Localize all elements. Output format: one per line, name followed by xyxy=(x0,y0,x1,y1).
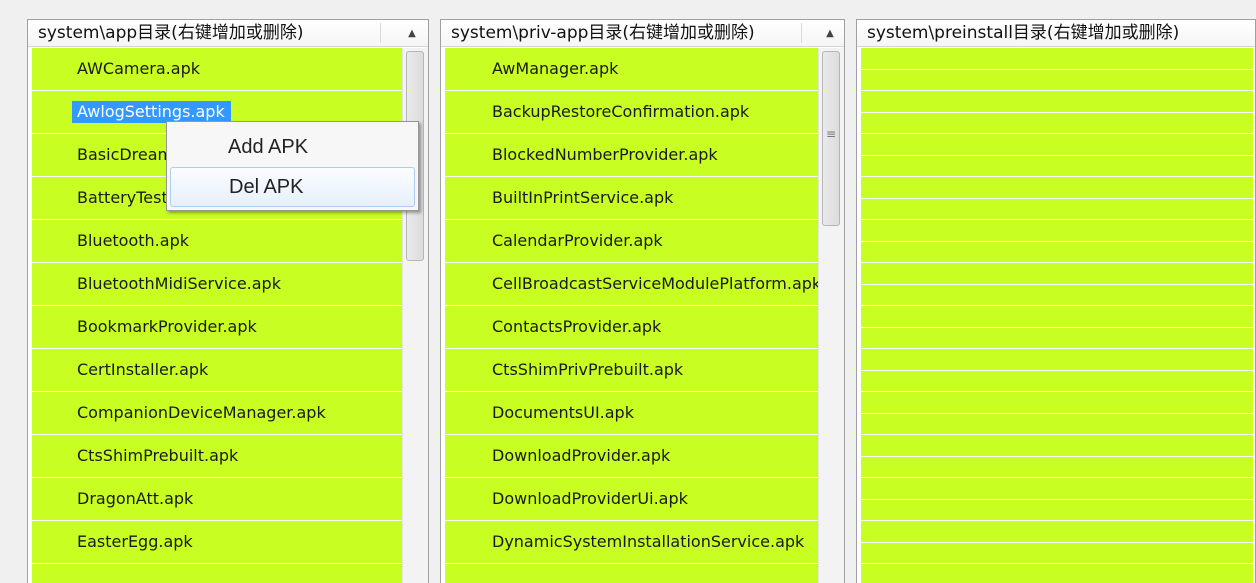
list-item[interactable]: DocumentsUI.apk xyxy=(445,392,818,435)
empty-row xyxy=(861,478,1253,500)
preinstall-list[interactable] xyxy=(861,48,1253,583)
empty-row xyxy=(861,48,1253,70)
list-item[interactable]: BluetoothMidiService.apk xyxy=(32,263,402,306)
empty-row xyxy=(861,371,1253,392)
list-item[interactable]: CompanionDeviceManager.apk xyxy=(32,392,402,435)
list-item[interactable]: ContactsProvider.apk xyxy=(445,306,818,349)
empty-row xyxy=(861,457,1253,478)
empty-row xyxy=(861,156,1253,177)
preinstall-column-header-label: system\preinstall目录(右键增加或删除) xyxy=(867,23,1180,43)
add-apk-menu-item[interactable]: Add APK xyxy=(170,127,415,167)
empty-row xyxy=(861,435,1253,457)
grip-icon: ≡ xyxy=(826,127,837,141)
list-item[interactable]: DragonAtt.apk xyxy=(32,478,402,521)
empty-row xyxy=(861,242,1253,263)
empty-row xyxy=(861,543,1253,564)
header-divider xyxy=(380,23,381,43)
empty-row xyxy=(861,263,1253,285)
list-item[interactable]: BlockedNumberProvider.apk xyxy=(445,134,818,177)
empty-row xyxy=(861,392,1253,414)
empty-row xyxy=(861,328,1253,349)
list-item[interactable]: CertInstaller.apk xyxy=(32,349,402,392)
empty-row xyxy=(861,220,1253,242)
list-item[interactable]: BackupRestoreConfirmation.apk xyxy=(445,91,818,134)
list-item[interactable]: EasterEgg.apk xyxy=(32,521,402,564)
app-column-header-label: system\app目录(右键增加或删除) xyxy=(38,23,304,43)
empty-row xyxy=(861,414,1253,435)
list-item[interactable]: AwManager.apk xyxy=(445,48,818,91)
empty-row xyxy=(861,349,1253,371)
list-item[interactable]: CellBroadcastServiceModulePlatform.apk xyxy=(445,263,818,306)
list-item[interactable]: Bluetooth.apk xyxy=(32,220,402,263)
app-panel: system\app目录(右键增加或删除) ▲ AWCamera.apk Awl… xyxy=(27,19,429,583)
empty-row xyxy=(861,134,1253,156)
empty-row xyxy=(861,521,1253,543)
empty-row xyxy=(861,91,1253,113)
preinstall-panel: system\preinstall目录(右键增加或删除) xyxy=(856,19,1256,583)
list-item[interactable]: DynamicSystemInstallationService.apk xyxy=(445,521,818,564)
list-item[interactable]: DownloadProviderUi.apk xyxy=(445,478,818,521)
priv-app-list-scrollbar[interactable]: ≡ xyxy=(818,48,844,583)
context-menu: Add APK Del APK xyxy=(166,121,419,211)
priv-app-column-header[interactable]: system\priv-app目录(右键增加或删除) ▲ xyxy=(441,20,844,47)
empty-row xyxy=(861,177,1253,199)
list-item[interactable]: AWCamera.apk xyxy=(32,48,402,91)
header-divider xyxy=(801,23,802,43)
scrollbar-thumb[interactable]: ≡ xyxy=(822,51,840,226)
priv-app-column-header-label: system\priv-app目录(右键增加或删除) xyxy=(451,23,755,43)
app-column-header[interactable]: system\app目录(右键增加或删除) ▲ xyxy=(28,20,428,47)
del-apk-menu-item[interactable]: Del APK xyxy=(170,167,415,207)
list-item[interactable]: CtsShimPrebuilt.apk xyxy=(32,435,402,478)
priv-app-list[interactable]: AwManager.apk BackupRestoreConfirmation.… xyxy=(445,48,818,583)
list-item[interactable]: CalendarProvider.apk xyxy=(445,220,818,263)
list-item[interactable]: DownloadProvider.apk xyxy=(445,435,818,478)
list-item[interactable]: BookmarkProvider.apk xyxy=(32,306,402,349)
list-item[interactable]: CtsShimPrivPrebuilt.apk xyxy=(445,349,818,392)
empty-row xyxy=(861,564,1253,583)
empty-row xyxy=(861,70,1253,91)
sort-ascending-icon[interactable]: ▲ xyxy=(821,20,839,47)
priv-app-panel: system\priv-app目录(右键增加或删除) ▲ AwManager.a… xyxy=(440,19,845,583)
empty-row xyxy=(861,500,1253,521)
empty-row xyxy=(861,113,1253,134)
empty-row xyxy=(861,285,1253,306)
empty-row xyxy=(861,306,1253,328)
list-item[interactable]: BuiltInPrintService.apk xyxy=(445,177,818,220)
empty-row xyxy=(861,199,1253,220)
sort-ascending-icon[interactable]: ▲ xyxy=(403,20,421,47)
preinstall-column-header[interactable]: system\preinstall目录(右键增加或删除) xyxy=(857,20,1255,47)
